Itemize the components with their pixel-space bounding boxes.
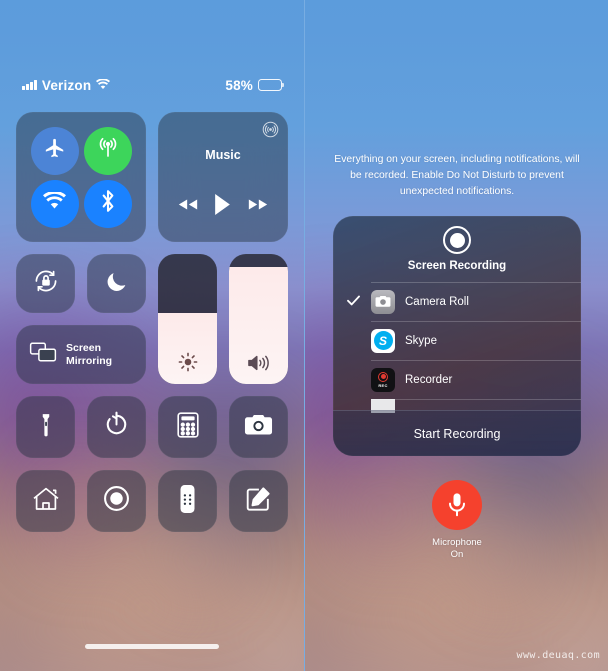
brightness-icon xyxy=(158,350,217,374)
screen-record-icon xyxy=(443,226,471,254)
calculator-icon xyxy=(176,411,200,443)
brightness-slider[interactable] xyxy=(158,254,217,384)
screen-record-icon xyxy=(103,485,130,517)
airplay-audio-icon[interactable] xyxy=(262,121,279,143)
recording-notice-text: Everything on your screen, including not… xyxy=(334,154,580,197)
screenshot-root: Verizon 58% Music Screen Mirroring Every… xyxy=(0,0,608,671)
sheet-header: Screen Recording xyxy=(333,216,581,282)
cellular-bars-icon xyxy=(22,80,37,90)
carrier-label: Verizon xyxy=(41,77,92,93)
rotation-lock-icon xyxy=(32,267,60,300)
destination-list: Camera Roll S Skype REC Recorder xyxy=(333,282,581,413)
microphone-icon xyxy=(432,480,482,530)
moon-icon xyxy=(104,269,129,299)
wifi-icon xyxy=(96,77,111,93)
connectivity-tile[interactable] xyxy=(16,112,146,242)
tv-remote-icon xyxy=(180,484,195,518)
timer-icon xyxy=(103,411,130,443)
checkmark-icon xyxy=(347,293,360,311)
screen-recording-sheet: Screen Recording Camera Roll S Skype REC… xyxy=(333,216,581,456)
cellular-antenna-icon xyxy=(96,136,120,165)
speaker-icon xyxy=(229,352,288,374)
status-bar: Verizon 58% xyxy=(0,74,304,96)
microphone-label: Microphone On xyxy=(432,537,482,561)
microphone-toggle[interactable]: Microphone On xyxy=(305,480,608,562)
bluetooth-icon xyxy=(98,189,118,218)
music-title: Music xyxy=(205,148,241,162)
fast-forward-icon[interactable] xyxy=(248,198,268,216)
list-item[interactable]: REC Recorder xyxy=(333,360,581,399)
notes-icon xyxy=(245,485,272,517)
cellular-data-button[interactable] xyxy=(83,126,132,175)
wifi-icon xyxy=(43,190,66,215)
camera-button[interactable] xyxy=(229,396,288,458)
control-center-grid: Music Screen Mirroring xyxy=(16,112,288,532)
flashlight-button[interactable] xyxy=(16,396,75,458)
wifi-button[interactable] xyxy=(30,179,79,228)
home-indicator[interactable] xyxy=(85,644,219,649)
screen-mirroring-button[interactable]: Screen Mirroring xyxy=(16,325,146,384)
music-tile[interactable]: Music xyxy=(158,112,288,242)
airplane-icon xyxy=(44,137,66,164)
bluetooth-button[interactable] xyxy=(83,179,132,228)
home-button[interactable] xyxy=(16,470,75,532)
destination-name: Skype xyxy=(405,334,437,347)
camera-icon xyxy=(244,413,273,442)
screen-mirroring-icon xyxy=(29,341,57,368)
calculator-button[interactable] xyxy=(158,396,217,458)
screen-mirroring-label: Screen Mirroring xyxy=(66,341,113,367)
rotation-lock-button[interactable] xyxy=(16,254,75,313)
right-screen-recording-options: Everything on your screen, including not… xyxy=(304,0,608,671)
watermark: www.deuaq.com xyxy=(516,650,600,661)
recorder-rec-icon: REC xyxy=(371,367,395,392)
destination-name: Recorder xyxy=(405,373,453,386)
left-screen-control-center: Verizon 58% Music Screen Mirroring xyxy=(0,0,304,671)
tv-remote-button[interactable] xyxy=(158,470,217,532)
home-icon xyxy=(32,486,60,517)
rewind-icon[interactable] xyxy=(178,198,198,216)
play-icon[interactable] xyxy=(214,194,231,220)
list-item[interactable]: S Skype xyxy=(333,321,581,360)
airplane-mode-button[interactable] xyxy=(30,126,79,175)
do-not-disturb-button[interactable] xyxy=(87,254,146,313)
start-recording-button[interactable]: Start Recording xyxy=(333,410,581,456)
sheet-title: Screen Recording xyxy=(407,260,507,272)
destination-name: Camera Roll xyxy=(405,295,469,308)
battery-percent-label: 58% xyxy=(225,77,253,93)
list-item[interactable]: Camera Roll xyxy=(333,282,581,321)
camera-roll-icon xyxy=(371,289,395,314)
notes-button[interactable] xyxy=(229,470,288,532)
flashlight-icon xyxy=(33,412,59,443)
screen-recording-button[interactable] xyxy=(87,470,146,532)
battery-icon xyxy=(258,79,285,91)
volume-slider[interactable] xyxy=(229,254,288,384)
timer-button[interactable] xyxy=(87,396,146,458)
skype-icon: S xyxy=(371,328,395,353)
